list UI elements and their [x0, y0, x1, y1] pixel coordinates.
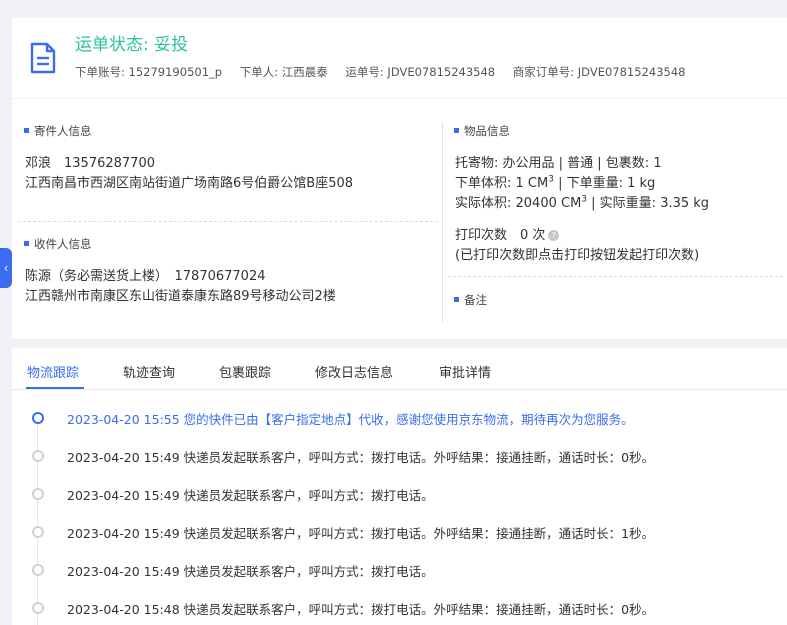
orderer: 下单人: 江西晨泰: [239, 65, 328, 79]
timeline-item: 2023-04-20 15:49 快递员发起联系客户，呼叫方式：拨打电话。外呼结…: [12, 523, 787, 543]
remark-section-title: 备注: [454, 292, 487, 308]
order-account: 下单账号: 15279190501_p: [75, 65, 223, 79]
waybill-meta-row: 下单账号: 15279190501_p 下单人: 江西晨泰 运单号: JDVE0…: [75, 64, 699, 80]
print-count-line: 打印次数 0 次?: [455, 224, 560, 243]
actual-weight: | 实际重量: 3.35 kg: [587, 196, 710, 211]
timeline-dot: [32, 564, 44, 576]
waybill-status-card: 运单状态: 妥投 下单账号: 15279190501_p 下单人: 江西晨泰 运…: [12, 18, 787, 98]
order-volume: 下单体积: 1 CM: [455, 176, 549, 191]
order-volume-weight: 下单体积: 1 CM3 | 下单重量: 1 kg: [455, 172, 655, 191]
receiver-address: 江西赣州市南康区东山街道泰康东路89号移动公司2楼: [25, 289, 336, 304]
sender-address: 江西南昌市西湖区南站街道广场南路6号伯爵公馆B座508: [25, 176, 354, 191]
timeline-item: 2023-04-20 15:55 您的快件已由【客户指定地点】代收，感谢您使用京…: [12, 409, 787, 429]
order-weight: | 下单重量: 1 kg: [553, 176, 656, 191]
tab-approval-details[interactable]: 审批详情: [439, 362, 491, 381]
receiver-name-phone: 陈源（务必需送货上楼） 17870677024: [25, 269, 266, 284]
help-icon[interactable]: ?: [548, 230, 560, 241]
sidebar-toggle-button[interactable]: ‹: [0, 248, 12, 288]
timeline-dot: [32, 526, 44, 538]
timeline-dot: [32, 488, 44, 500]
timeline-item: 2023-04-20 15:49 快递员发起联系客户，呼叫方式：拨打电话。: [12, 485, 787, 505]
timeline-text: 2023-04-20 15:48 快递员发起联系客户，呼叫方式：拨打电话。外呼结…: [67, 602, 655, 617]
receiver-section-title: 收件人信息: [24, 236, 92, 252]
timeline-item: 2023-04-20 15:48 快递员发起联系客户，呼叫方式：拨打电话。外呼结…: [12, 599, 787, 619]
timeline-item: 2023-04-20 15:49 快递员发起联系客户，呼叫方式：拨打电话。: [12, 561, 787, 581]
timeline-item: 2023-04-20 15:49 快递员发起联系客户，呼叫方式：拨打电话。外呼结…: [12, 447, 787, 467]
timeline-text: 2023-04-20 15:49 快递员发起联系客户，呼叫方式：拨打电话。外呼结…: [67, 450, 655, 465]
tracking-card: 物流跟踪 轨迹查询 包裹跟踪 修改日志信息 审批详情 2023-04-20 15…: [12, 348, 787, 625]
goods-section-title: 物品信息: [454, 123, 510, 139]
merchant-order-number: 商家订单号: JDVE07815243548: [512, 65, 686, 79]
tab-modification-log[interactable]: 修改日志信息: [315, 362, 393, 381]
document-icon: [30, 42, 56, 74]
waybill-status-title: 运单状态: 妥投: [75, 35, 189, 55]
waybill-number: 运单号: JDVE07815243548: [345, 65, 496, 79]
active-tab-indicator: [26, 387, 84, 389]
print-count-note: (已打印次数即点击打印按钮发起打印次数): [455, 248, 700, 263]
timeline-text: 2023-04-20 15:49 快递员发起联系客户，呼叫方式：拨打电话。: [67, 564, 434, 579]
sender-name-phone: 邓浪 13576287700: [25, 156, 155, 171]
tab-package-tracking[interactable]: 包裹跟踪: [219, 362, 271, 381]
timeline-dot: [32, 450, 44, 462]
timeline-dot: [32, 412, 44, 424]
actual-volume-weight: 实际体积: 20400 CM3 | 实际重量: 3.35 kg: [455, 192, 709, 211]
timeline-text: 2023-04-20 15:49 快递员发起联系客户，呼叫方式：拨打电话。外呼结…: [67, 526, 655, 541]
section-divider: [448, 276, 783, 277]
sender-section-title: 寄件人信息: [24, 123, 92, 139]
actual-volume: 实际体积: 20400 CM: [455, 196, 582, 211]
timeline-text: 2023-04-20 15:55 您的快件已由【客户指定地点】代收，感谢您使用京…: [67, 412, 634, 427]
tracking-tabs: 物流跟踪 轨迹查询 包裹跟踪 修改日志信息 审批详情: [12, 348, 787, 390]
section-divider: [18, 221, 438, 222]
shipment-info-card: 寄件人信息 邓浪 13576287700 江西南昌市西湖区南站街道广场南路6号伯…: [12, 98, 787, 339]
goods-type-line: 托寄物: 办公用品 | 普通 | 包裹数: 1: [455, 156, 662, 171]
timeline-text: 2023-04-20 15:49 快递员发起联系客户，呼叫方式：拨打电话。: [67, 488, 434, 503]
tab-logistics-tracking[interactable]: 物流跟踪: [27, 362, 79, 381]
column-divider: [442, 122, 443, 322]
tab-trajectory-query[interactable]: 轨迹查询: [123, 362, 175, 381]
print-count: 打印次数 0 次: [455, 228, 546, 243]
timeline-dot: [32, 602, 44, 614]
